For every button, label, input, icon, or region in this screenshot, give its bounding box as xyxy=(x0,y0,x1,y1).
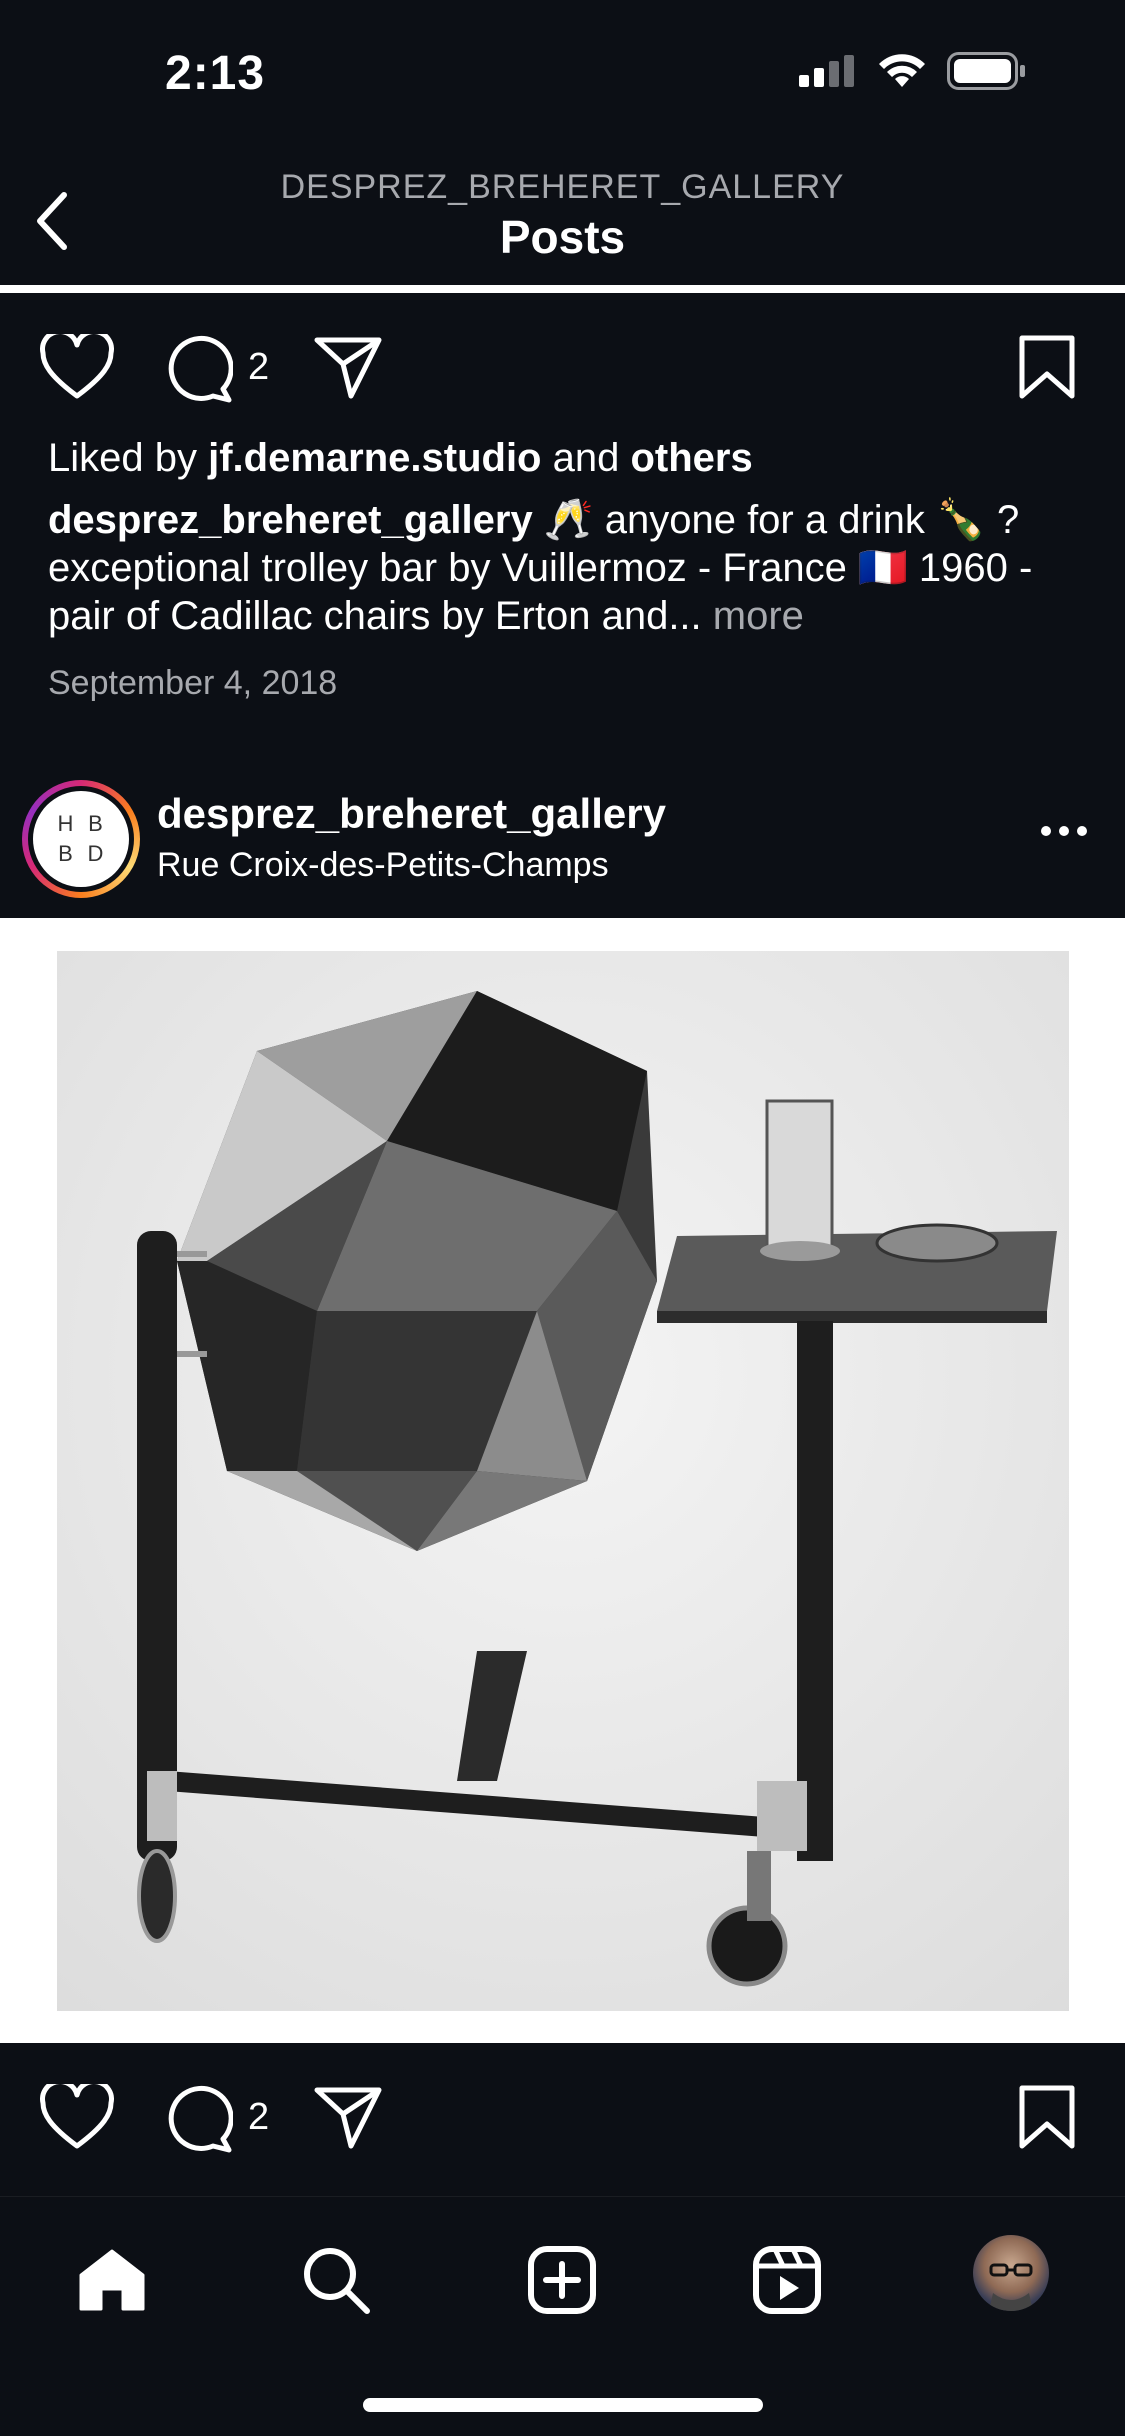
tab-create[interactable] xyxy=(517,2235,607,2325)
comment-icon[interactable] xyxy=(163,334,233,404)
dot-icon xyxy=(1059,826,1069,836)
avatar[interactable]: H B B D xyxy=(22,780,140,898)
post-header: H B B D desprez_breheret_gallery Rue Cro… xyxy=(0,776,1125,918)
dot-icon xyxy=(1077,826,1087,836)
wifi-icon xyxy=(879,54,925,87)
gallery-logo: H B B D xyxy=(33,791,129,887)
home-indicator xyxy=(363,2398,763,2412)
comment-count: 2 xyxy=(248,2096,270,2138)
heart-icon[interactable] xyxy=(40,2084,114,2150)
post-location[interactable]: Rue Croix-des-Petits-Champs xyxy=(157,846,609,885)
battery-icon xyxy=(947,52,1025,90)
liked-others-link[interactable]: others xyxy=(630,436,752,480)
post-caption: desprez_breheret_gallery 🥂 anyone for a … xyxy=(48,496,1088,640)
nav-header: DESPREZ_BREHERET_GALLERY Posts xyxy=(0,150,1125,285)
heart-icon[interactable] xyxy=(40,334,114,400)
search-icon xyxy=(304,2248,370,2314)
create-icon xyxy=(528,2246,596,2314)
dot-icon xyxy=(1041,826,1051,836)
tab-home[interactable] xyxy=(67,2235,157,2325)
header-divider xyxy=(0,285,1125,293)
tab-search[interactable] xyxy=(291,2235,381,2325)
signal-icon xyxy=(799,55,854,87)
trolley-illustration xyxy=(57,951,1069,2011)
status-bar: 2:13 xyxy=(0,0,1125,150)
more-options-button[interactable] xyxy=(1041,826,1087,836)
bookmark-icon[interactable] xyxy=(1018,334,1076,400)
post-actions-top: 2 xyxy=(0,316,1125,416)
profile-photo-icon xyxy=(989,2263,1033,2311)
status-time: 2:13 xyxy=(165,47,266,100)
profile-avatar[interactable] xyxy=(973,2235,1049,2311)
header-subtitle: DESPREZ_BREHERET_GALLERY xyxy=(280,168,845,206)
comment-icon[interactable] xyxy=(163,2084,233,2154)
caption-username[interactable]: desprez_breheret_gallery xyxy=(48,498,533,542)
reels-icon xyxy=(753,2246,821,2314)
liked-by: Liked by jf.demarne.studio and others xyxy=(48,436,753,480)
post-username[interactable]: desprez_breheret_gallery xyxy=(157,790,666,838)
post-actions: 2 xyxy=(0,2066,1125,2166)
post-date: September 4, 2018 xyxy=(48,664,338,702)
share-icon[interactable] xyxy=(313,334,383,400)
page-title: Posts xyxy=(499,211,626,263)
comment-count: 2 xyxy=(248,346,270,388)
status-icons xyxy=(799,52,1027,90)
home-icon xyxy=(79,2249,145,2311)
liked-user-link[interactable]: jf.demarne.studio xyxy=(208,436,541,480)
share-icon[interactable] xyxy=(313,2084,383,2150)
bookmark-icon[interactable] xyxy=(1018,2084,1076,2150)
tab-reels[interactable] xyxy=(742,2235,832,2325)
trolley-bar-photo xyxy=(57,951,1069,2011)
caption-more-link[interactable]: more xyxy=(713,594,804,638)
post-image[interactable] xyxy=(0,918,1125,2043)
